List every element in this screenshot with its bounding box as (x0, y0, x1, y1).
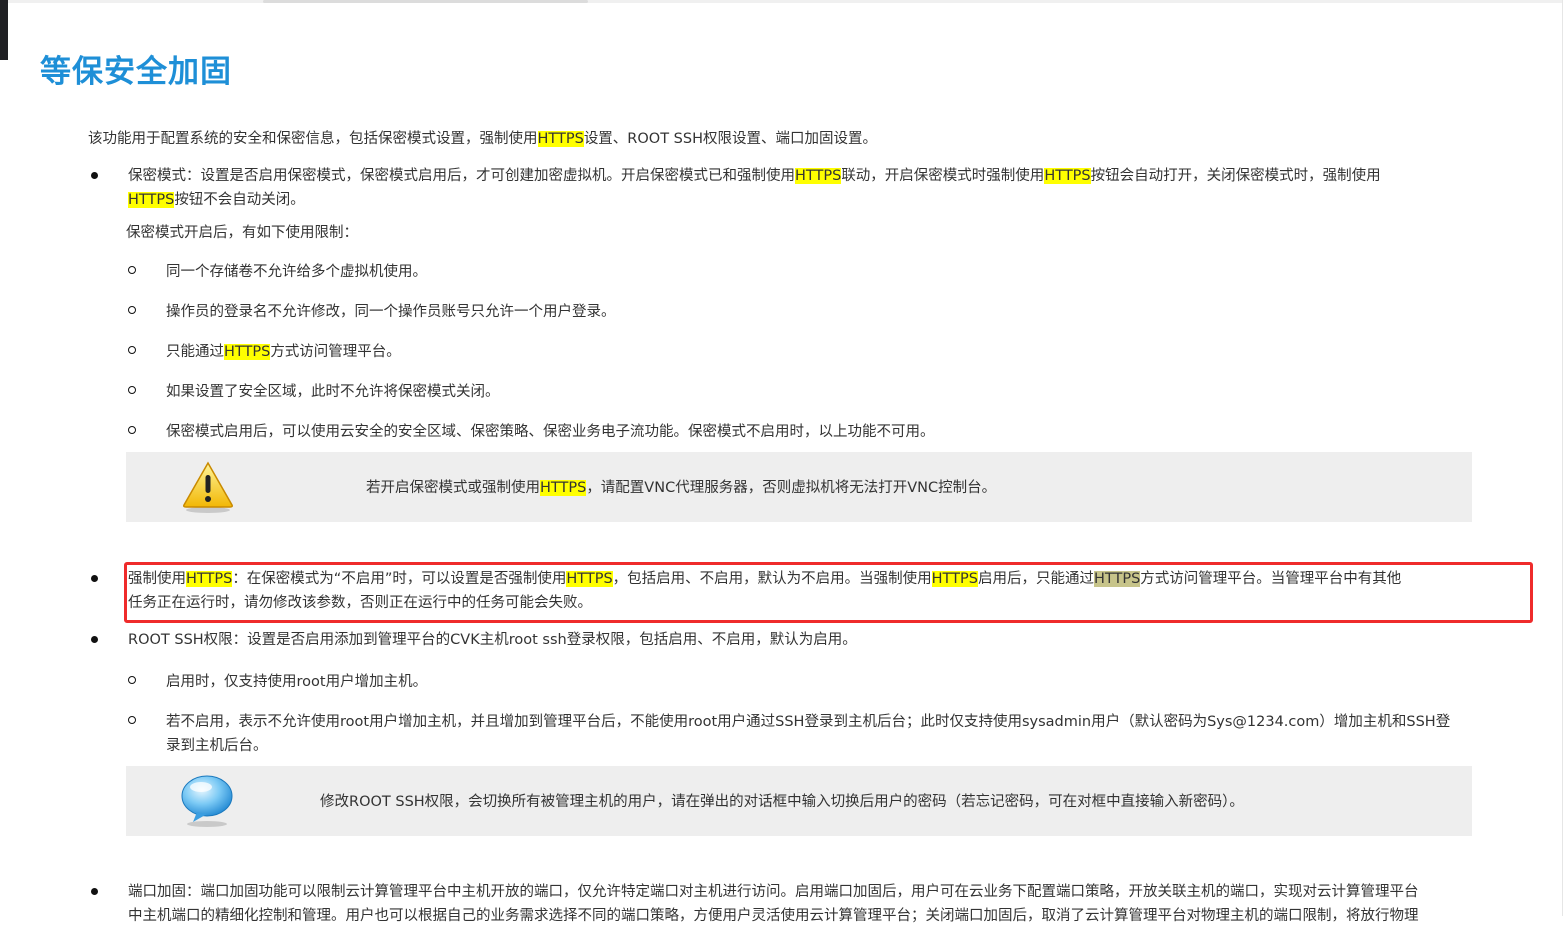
secret-mode-sub-intro: 保密模式开启后，有如下使用限制： (126, 225, 358, 241)
sub-bullet (128, 716, 136, 724)
warning-note-text: 若开启保密模式或强制使用HTTPS，请配置VNC代理服务器，否则虚拟机将无法打开… (366, 480, 997, 496)
list-item: 只能通过HTTPS方式访问管理平台。 (166, 344, 401, 360)
sub-bullet (128, 676, 136, 684)
list-item: 启用时，仅支持使用root用户增加主机。 (166, 674, 428, 690)
page-title: 等保安全加固 (40, 54, 232, 90)
list-item: 如果设置了安全区域，此时不允许将保密模式关闭。 (166, 384, 500, 400)
info-note-text: 修改ROOT SSH权限，会切换所有被管理主机的用户，请在弹出的对话框中输入切换… (320, 794, 1244, 810)
sub-bullet (128, 426, 136, 434)
port-hardening-description: 端口加固：端口加固功能可以限制云计算管理平台中主机开放的端口，仅允许特定端口对主… (128, 884, 1419, 924)
top-scroll-thumb[interactable] (263, 0, 588, 3)
list-item: 同一个存储卷不允许给多个虚拟机使用。 (166, 264, 427, 280)
bullet-dot (91, 575, 98, 582)
sub-bullet (128, 266, 136, 274)
list-item: 操作员的登录名不允许修改，同一个操作员账号只允许一个用户登录。 (166, 304, 616, 320)
sub-bullet (128, 386, 136, 394)
highlight-box (124, 562, 1533, 623)
bullet-dot (91, 888, 98, 895)
bullet-dot (91, 636, 98, 643)
bullet-dot (91, 172, 98, 179)
list-item: 保密模式启用后，可以使用云安全的安全区域、保密策略、保密业务电子流功能。保密模式… (166, 424, 935, 440)
sub-bullet (128, 306, 136, 314)
warning-note: 若开启保密模式或强制使用HTTPS，请配置VNC代理服务器，否则虚拟机将无法打开… (126, 452, 1472, 522)
window-edge (0, 0, 8, 60)
speech-bubble-icon (181, 775, 233, 827)
secret-mode-description: 保密模式：设置是否启用保密模式，保密模式启用后，才可创建加密虚拟机。开启保密模式… (128, 168, 1381, 208)
intro-paragraph: 该功能用于配置系统的安全和保密信息，包括保密模式设置，强制使用HTTPS设置、R… (88, 131, 877, 147)
warning-icon (183, 461, 233, 513)
top-scroll-track (8, 0, 1563, 3)
info-note: 修改ROOT SSH权限，会切换所有被管理主机的用户，请在弹出的对话框中输入切换… (126, 766, 1472, 836)
root-ssh-description: ROOT SSH权限：设置是否启用添加到管理平台的CVK主机root ssh登录… (128, 632, 857, 648)
sub-bullet (128, 346, 136, 354)
list-item: 若不启用，表示不允许使用root用户增加主机，并且增加到管理平台后，不能使用ro… (166, 714, 1451, 754)
